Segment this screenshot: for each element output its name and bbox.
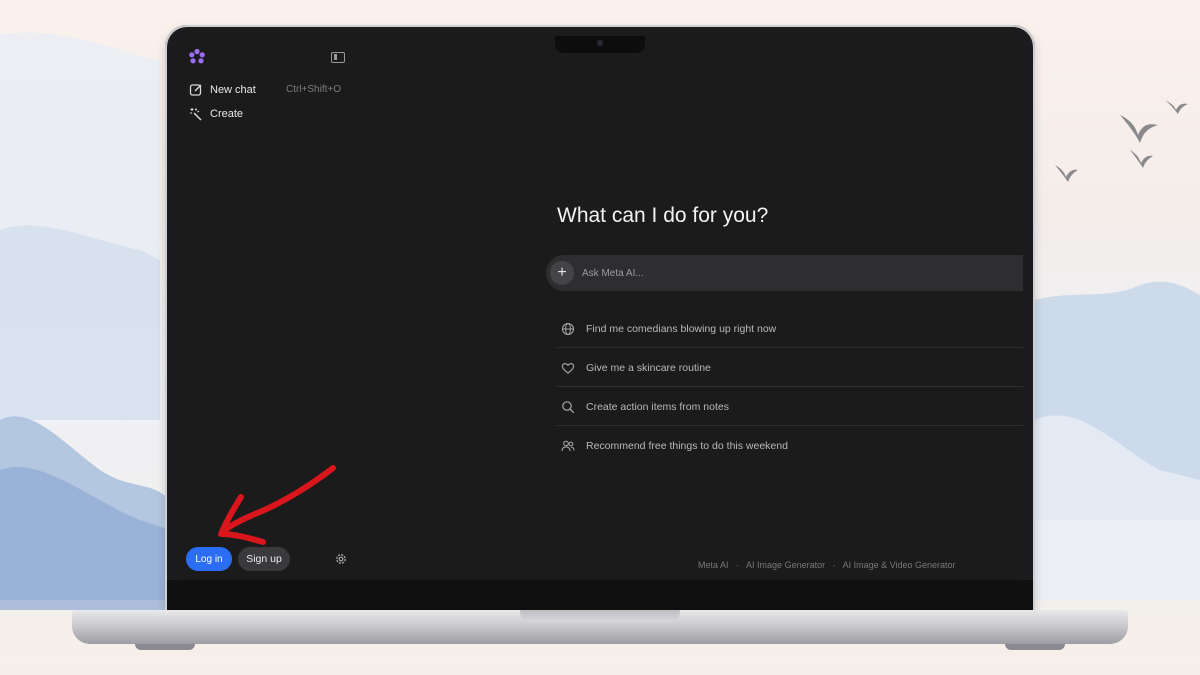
page-title: What can I do for you?	[557, 204, 769, 227]
suggestion-label: Recommend free things to do this weekend	[586, 440, 788, 452]
add-attachment-button[interactable]: +	[550, 261, 574, 285]
footer-link-image-video-generator[interactable]: AI Image & Video Generator	[843, 560, 956, 570]
suggestion-label: Find me comedians blowing up right now	[586, 322, 777, 335]
settings-gear-icon[interactable]	[334, 552, 348, 566]
magic-wand-icon	[190, 108, 202, 121]
suggestion-label: Create action items from notes	[586, 400, 729, 413]
laptop-bottom-bezel	[167, 580, 1033, 610]
suggestion-item[interactable]: Give me a skincare routine	[557, 349, 1023, 387]
suggestion-item[interactable]: Create action items from notes	[557, 388, 1023, 426]
laptop-opening-notch	[520, 610, 680, 622]
new-chat-label: New chat	[210, 84, 256, 96]
people-icon	[561, 440, 575, 452]
globe-icon	[561, 322, 575, 335]
laptop-foot	[1005, 644, 1065, 650]
new-chat-button[interactable]: New chat	[189, 80, 256, 100]
suggestion-item[interactable]: Find me comedians blowing up right now	[557, 310, 1023, 348]
camera-icon	[597, 40, 603, 46]
laptop-foot	[135, 644, 195, 650]
create-button[interactable]: Create	[189, 104, 243, 124]
suggestion-item[interactable]: Recommend free things to do this weekend	[557, 427, 1023, 465]
footer-link-image-generator[interactable]: AI Image Generator	[746, 560, 825, 570]
footer-separator: ·	[736, 560, 740, 570]
footer-link-meta-ai[interactable]: Meta AI	[698, 560, 729, 570]
sidebar-toggle-icon[interactable]	[331, 52, 345, 63]
birds-decoration	[1055, 100, 1188, 182]
ask-bar: +	[546, 255, 1023, 291]
search-icon	[562, 400, 575, 413]
footer-separator: ·	[832, 560, 836, 570]
heart-icon	[561, 362, 575, 374]
suggestion-label: Give me a skincare routine	[586, 361, 711, 374]
edit-icon	[189, 84, 202, 96]
meta-ai-logo-icon[interactable]	[188, 48, 206, 66]
footer-links: Meta AI · AI Image Generator · AI Image …	[698, 560, 956, 570]
annotation-arrow-icon	[218, 465, 336, 545]
new-chat-shortcut: Ctrl+Shift+O	[286, 84, 342, 95]
ask-input[interactable]	[582, 255, 1002, 291]
create-label: Create	[210, 108, 244, 120]
